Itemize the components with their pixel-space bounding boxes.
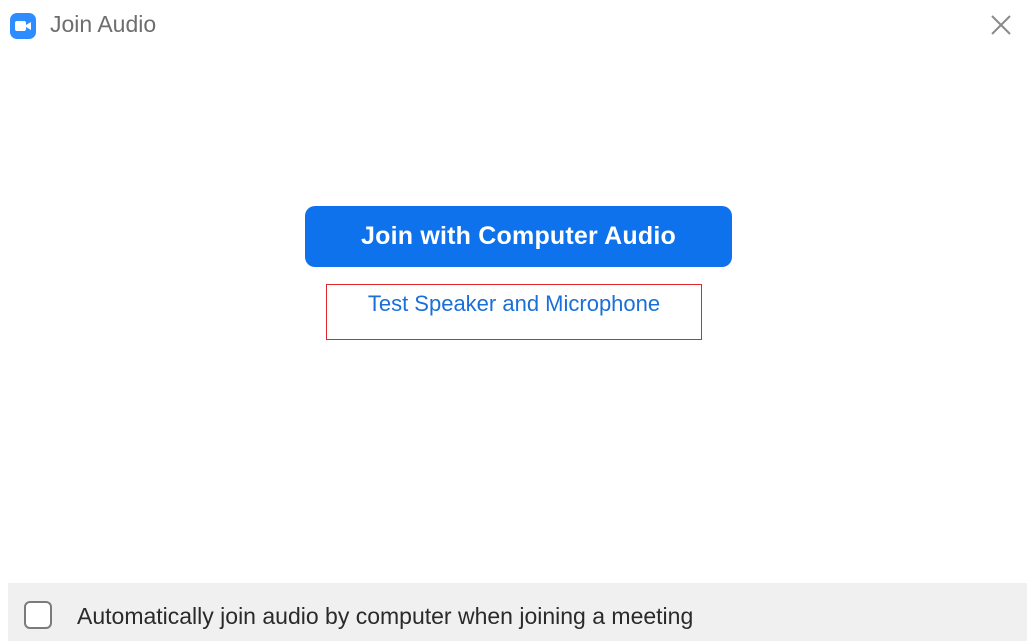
camera-icon [10,13,36,39]
test-speaker-microphone-link[interactable]: Test Speaker and Microphone [326,284,702,340]
join-computer-audio-button[interactable]: Join with Computer Audio [305,206,732,267]
auto-join-checkbox-label[interactable]: Automatically join audio by computer whe… [77,602,693,630]
close-button[interactable] [984,8,1018,42]
auto-join-checkbox[interactable] [24,601,52,629]
footer-bar: Automatically join audio by computer whe… [8,583,1027,641]
join-audio-dialog: Join Audio Join with Computer Audio Test… [0,0,1027,641]
title-bar: Join Audio [0,0,1027,50]
window-title: Join Audio [50,11,157,37]
